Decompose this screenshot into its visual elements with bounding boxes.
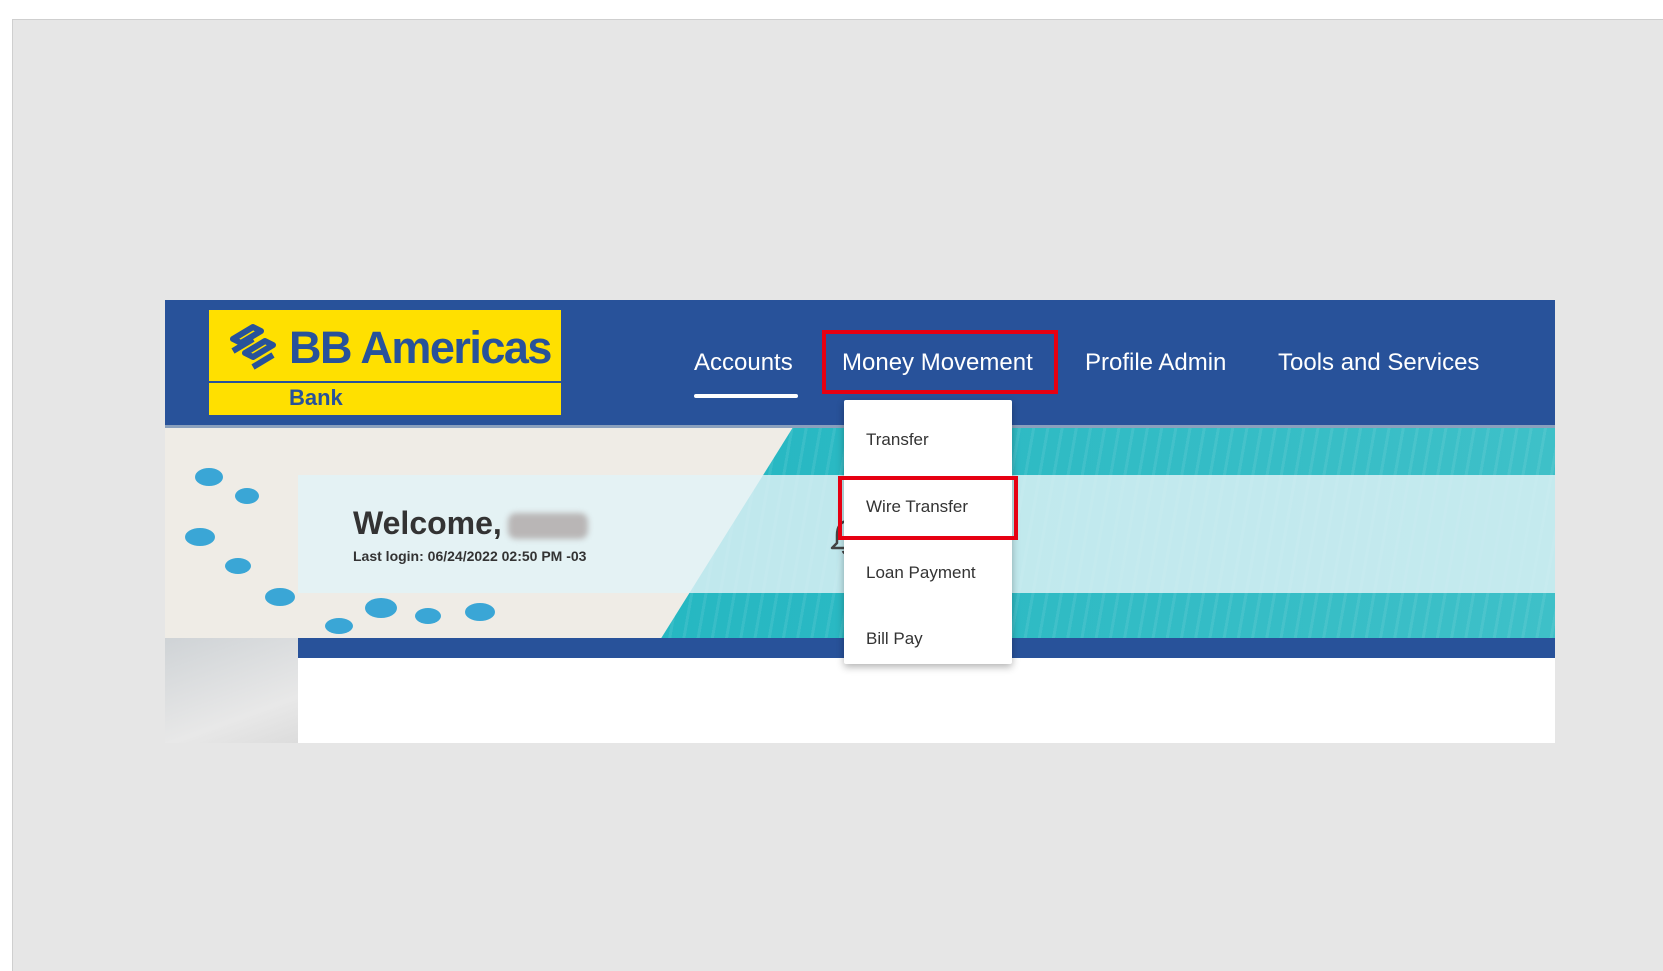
umbrella-6 bbox=[365, 598, 397, 618]
welcome-greeting: Welcome, bbox=[353, 505, 502, 541]
bb-logo-icon bbox=[230, 324, 276, 370]
umbrella-3 bbox=[185, 528, 215, 546]
dropdown-item-transfer[interactable]: Transfer bbox=[866, 430, 929, 450]
dropdown-item-loan-payment[interactable]: Loan Payment bbox=[866, 563, 976, 583]
umbrella-5 bbox=[265, 588, 295, 606]
wire-transfer-highlight-box bbox=[838, 476, 1018, 540]
nav-profile-admin[interactable]: Profile Admin bbox=[1085, 348, 1226, 378]
welcome-heading: Welcome, bbox=[353, 505, 588, 542]
umbrella-4 bbox=[225, 558, 251, 574]
umbrella-7 bbox=[415, 608, 441, 624]
money-movement-highlight-box bbox=[822, 330, 1058, 394]
umbrella-8 bbox=[465, 603, 495, 621]
screenshot-frame: BB Americas Bank Accounts Money Movement… bbox=[12, 19, 1663, 971]
umbrella-1 bbox=[195, 468, 223, 486]
hero-left-strip bbox=[165, 638, 298, 743]
logo-subtitle: Bank bbox=[289, 385, 343, 410]
bank-app: BB Americas Bank Accounts Money Movement… bbox=[165, 300, 1555, 743]
last-login-text: Last login: 06/24/2022 02:50 PM -03 bbox=[353, 548, 587, 564]
umbrella-9 bbox=[325, 618, 353, 634]
logo-divider bbox=[209, 381, 561, 383]
nav-tools-and-services[interactable]: Tools and Services bbox=[1278, 348, 1479, 378]
nav-active-indicator bbox=[694, 394, 798, 398]
dropdown-item-bill-pay[interactable]: Bill Pay bbox=[866, 629, 923, 649]
content-area bbox=[298, 658, 1555, 743]
logo-title: BB Americas bbox=[289, 322, 552, 373]
redacted-user-name bbox=[507, 512, 588, 539]
bb-americas-logo[interactable]: BB Americas Bank bbox=[209, 310, 561, 415]
nav-accounts[interactable]: Accounts bbox=[694, 348, 793, 378]
umbrella-2 bbox=[235, 488, 259, 504]
